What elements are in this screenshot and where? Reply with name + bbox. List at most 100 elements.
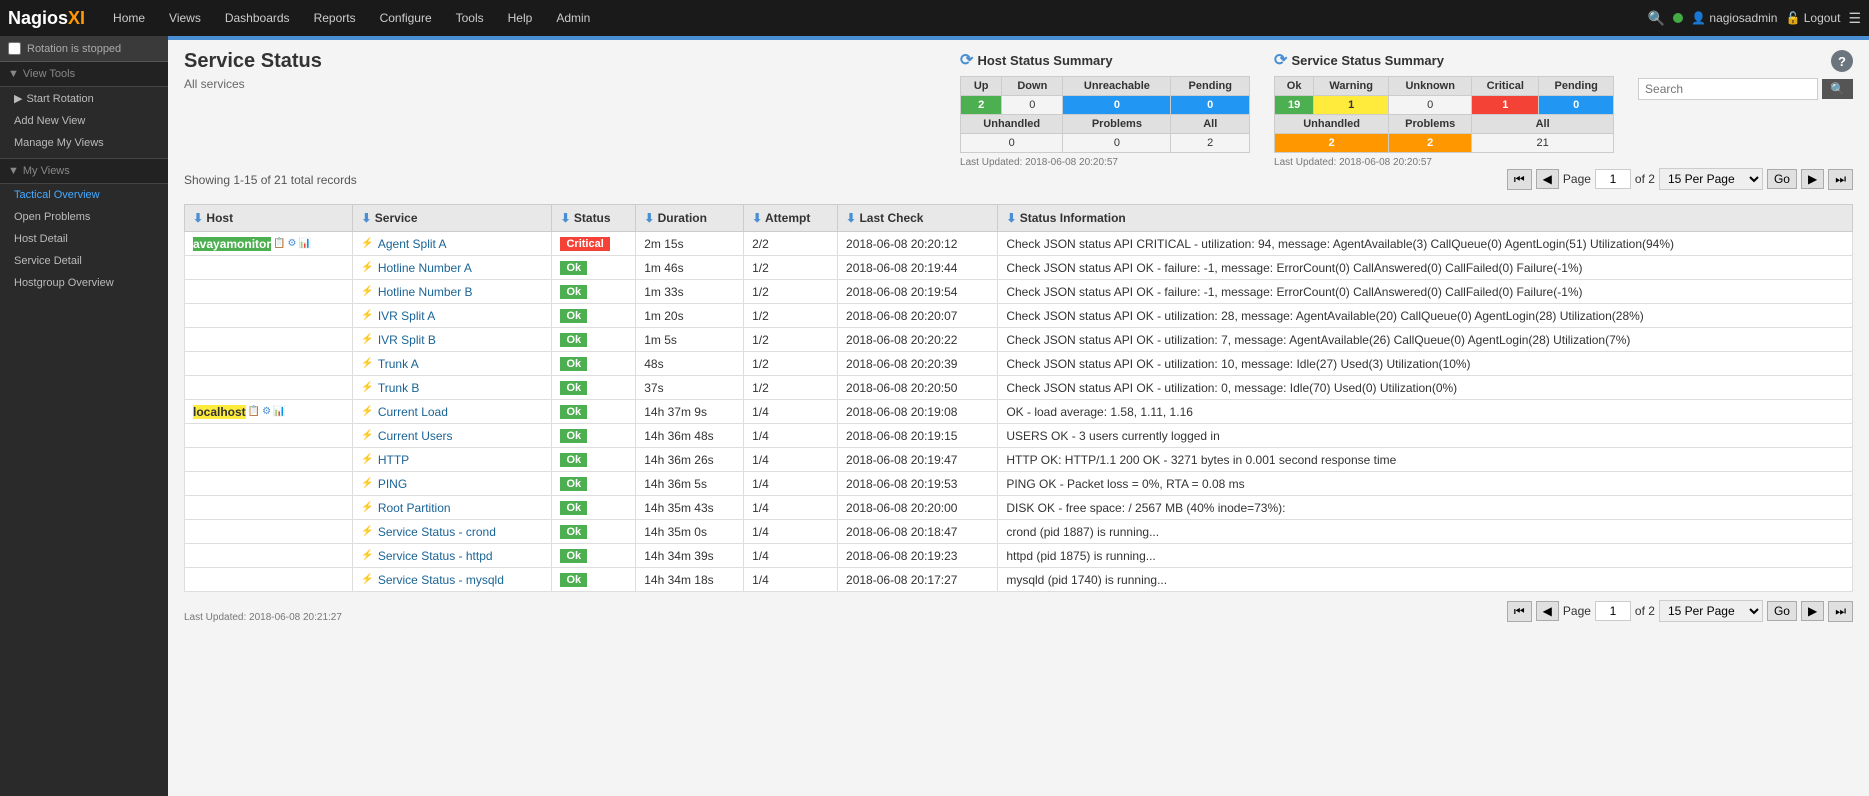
host-up-val[interactable]: 2 [961, 96, 1002, 115]
service-action-icon[interactable]: ⚡ [361, 286, 373, 297]
sidebar-open-problems[interactable]: Open Problems [0, 206, 168, 228]
service-link[interactable]: Agent Split A [378, 237, 447, 251]
sidebar-tactical-overview[interactable]: Tactical Overview [0, 184, 168, 206]
service-link[interactable]: Service Status - httpd [378, 549, 493, 563]
service-action-icon[interactable]: ⚡ [361, 550, 373, 561]
pagination-next-btn[interactable]: ▶ [1801, 169, 1824, 189]
service-action-icon[interactable]: ⚡ [361, 454, 373, 465]
pagination-prev-btn-bottom[interactable]: ◀ [1536, 601, 1559, 621]
page-input[interactable]: 1 [1595, 169, 1631, 189]
service-action-icon[interactable]: ⚡ [361, 406, 373, 417]
nav-dashboards[interactable]: Dashboards [213, 0, 302, 36]
search-button[interactable]: 🔍 [1822, 79, 1853, 99]
host-link[interactable]: localhost [193, 405, 246, 419]
service-link[interactable]: Service Status - crond [378, 525, 496, 539]
pagination-prev-btn[interactable]: ◀ [1536, 169, 1559, 189]
service-link[interactable]: Trunk B [378, 381, 420, 395]
svc-critical-val[interactable]: 1 [1472, 96, 1539, 115]
sidebar-add-new-view[interactable]: Add New View [0, 110, 168, 132]
col-status[interactable]: ⬇ Status [552, 205, 636, 232]
rotation-checkbox[interactable] [8, 42, 21, 55]
host-link[interactable]: avayamonitor [193, 237, 271, 251]
nav-help[interactable]: Help [496, 0, 545, 36]
service-link[interactable]: Current Load [378, 405, 448, 419]
nav-home[interactable]: Home [101, 0, 157, 36]
svc-all-val[interactable]: 21 [1472, 134, 1614, 153]
search-input[interactable] [1638, 78, 1818, 100]
service-link[interactable]: Hotline Number B [378, 285, 473, 299]
nav-admin[interactable]: Admin [544, 0, 602, 36]
logo[interactable]: Nagios XI [8, 8, 85, 29]
my-views-header[interactable]: ▼ My Views [0, 158, 168, 184]
service-action-icon[interactable]: ⚡ [361, 238, 373, 249]
service-action-icon[interactable]: ⚡ [361, 310, 373, 321]
service-link[interactable]: IVR Split B [378, 333, 436, 347]
host-action-icon2[interactable]: ⚙ [262, 406, 271, 417]
host-unreachable-val[interactable]: 0 [1063, 96, 1171, 115]
help-icon[interactable]: ? [1831, 50, 1853, 72]
pagination-first-btn-bottom[interactable]: ⏮ [1507, 601, 1532, 622]
pagination-last-btn-bottom[interactable]: ⏭ [1828, 601, 1853, 622]
sidebar-host-detail[interactable]: Host Detail [0, 228, 168, 250]
per-page-select[interactable]: 15 Per Page 25 Per Page 50 Per Page 100 … [1659, 168, 1763, 190]
sidebar-hostgroup-overview[interactable]: Hostgroup Overview [0, 272, 168, 294]
view-tools-header[interactable]: ▼ View Tools [0, 62, 168, 87]
pagination-last-btn[interactable]: ⏭ [1828, 169, 1853, 190]
service-action-icon[interactable]: ⚡ [361, 526, 373, 537]
host-action-icon1[interactable]: 📋 [273, 238, 285, 249]
col-service[interactable]: ⬇ Service [353, 205, 552, 232]
service-action-icon[interactable]: ⚡ [361, 430, 373, 441]
logout-link[interactable]: 🔓 Logout [1785, 11, 1840, 25]
sidebar-service-detail[interactable]: Service Detail [0, 250, 168, 272]
col-attempt[interactable]: ⬇ Attempt [744, 205, 838, 232]
service-link[interactable]: Trunk A [378, 357, 419, 371]
svc-ok-val[interactable]: 19 [1275, 96, 1314, 115]
refresh-icon-host[interactable]: ⟳ [960, 50, 973, 70]
nav-reports[interactable]: Reports [302, 0, 368, 36]
svc-problems-val[interactable]: 2 [1389, 134, 1472, 153]
svc-unknown-val[interactable]: 0 [1389, 96, 1472, 115]
host-action-icon3[interactable]: 📊 [273, 406, 285, 417]
service-action-icon[interactable]: ⚡ [361, 334, 373, 345]
service-link[interactable]: PING [378, 477, 407, 491]
service-action-icon[interactable]: ⚡ [361, 382, 373, 393]
pagination-next-btn-bottom[interactable]: ▶ [1801, 601, 1824, 621]
host-all-val[interactable]: 2 [1171, 134, 1250, 153]
host-action-icon1[interactable]: 📋 [248, 406, 260, 417]
host-action-icon3[interactable]: 📊 [298, 238, 310, 249]
svc-pending-val[interactable]: 0 [1539, 96, 1614, 115]
nav-views[interactable]: Views [157, 0, 213, 36]
host-problems-val[interactable]: 0 [1063, 134, 1171, 153]
go-button-top[interactable]: Go [1767, 169, 1797, 189]
per-page-select-bottom[interactable]: 15 Per Page 25 Per Page 50 Per Page 100 … [1659, 600, 1763, 622]
col-status-info[interactable]: ⬇ Status Information [998, 205, 1853, 232]
nav-configure[interactable]: Configure [368, 0, 444, 36]
service-action-icon[interactable]: ⚡ [361, 574, 373, 585]
col-duration[interactable]: ⬇ Duration [636, 205, 744, 232]
host-pending-val[interactable]: 0 [1171, 96, 1250, 115]
go-button-bottom[interactable]: Go [1767, 601, 1797, 621]
svc-warning-val[interactable]: 1 [1314, 96, 1389, 115]
page-input-bottom[interactable] [1595, 601, 1631, 621]
service-link[interactable]: Root Partition [378, 501, 451, 515]
refresh-icon-service[interactable]: ⟳ [1274, 50, 1287, 70]
service-link[interactable]: HTTP [378, 453, 409, 467]
svc-unhandled-val[interactable]: 2 [1275, 134, 1389, 153]
service-link[interactable]: Hotline Number A [378, 261, 472, 275]
nav-tools[interactable]: Tools [444, 0, 496, 36]
host-action-icon2[interactable]: ⚙ [287, 238, 296, 249]
sidebar-manage-my-views[interactable]: Manage My Views [0, 132, 168, 154]
sidebar-start-rotation[interactable]: ▶ Start Rotation [0, 87, 168, 110]
col-last-check[interactable]: ⬇ Last Check [838, 205, 998, 232]
service-action-icon[interactable]: ⚡ [361, 502, 373, 513]
host-unhandled-val[interactable]: 0 [961, 134, 1063, 153]
search-icon[interactable]: 🔍 [1648, 10, 1665, 27]
service-action-icon[interactable]: ⚡ [361, 262, 373, 273]
service-link[interactable]: IVR Split A [378, 309, 435, 323]
host-down-val[interactable]: 0 [1002, 96, 1063, 115]
pagination-first-btn[interactable]: ⏮ [1507, 169, 1532, 190]
service-action-icon[interactable]: ⚡ [361, 358, 373, 369]
service-action-icon[interactable]: ⚡ [361, 478, 373, 489]
menu-icon[interactable]: ☰ [1848, 10, 1861, 27]
service-link[interactable]: Current Users [378, 429, 453, 443]
